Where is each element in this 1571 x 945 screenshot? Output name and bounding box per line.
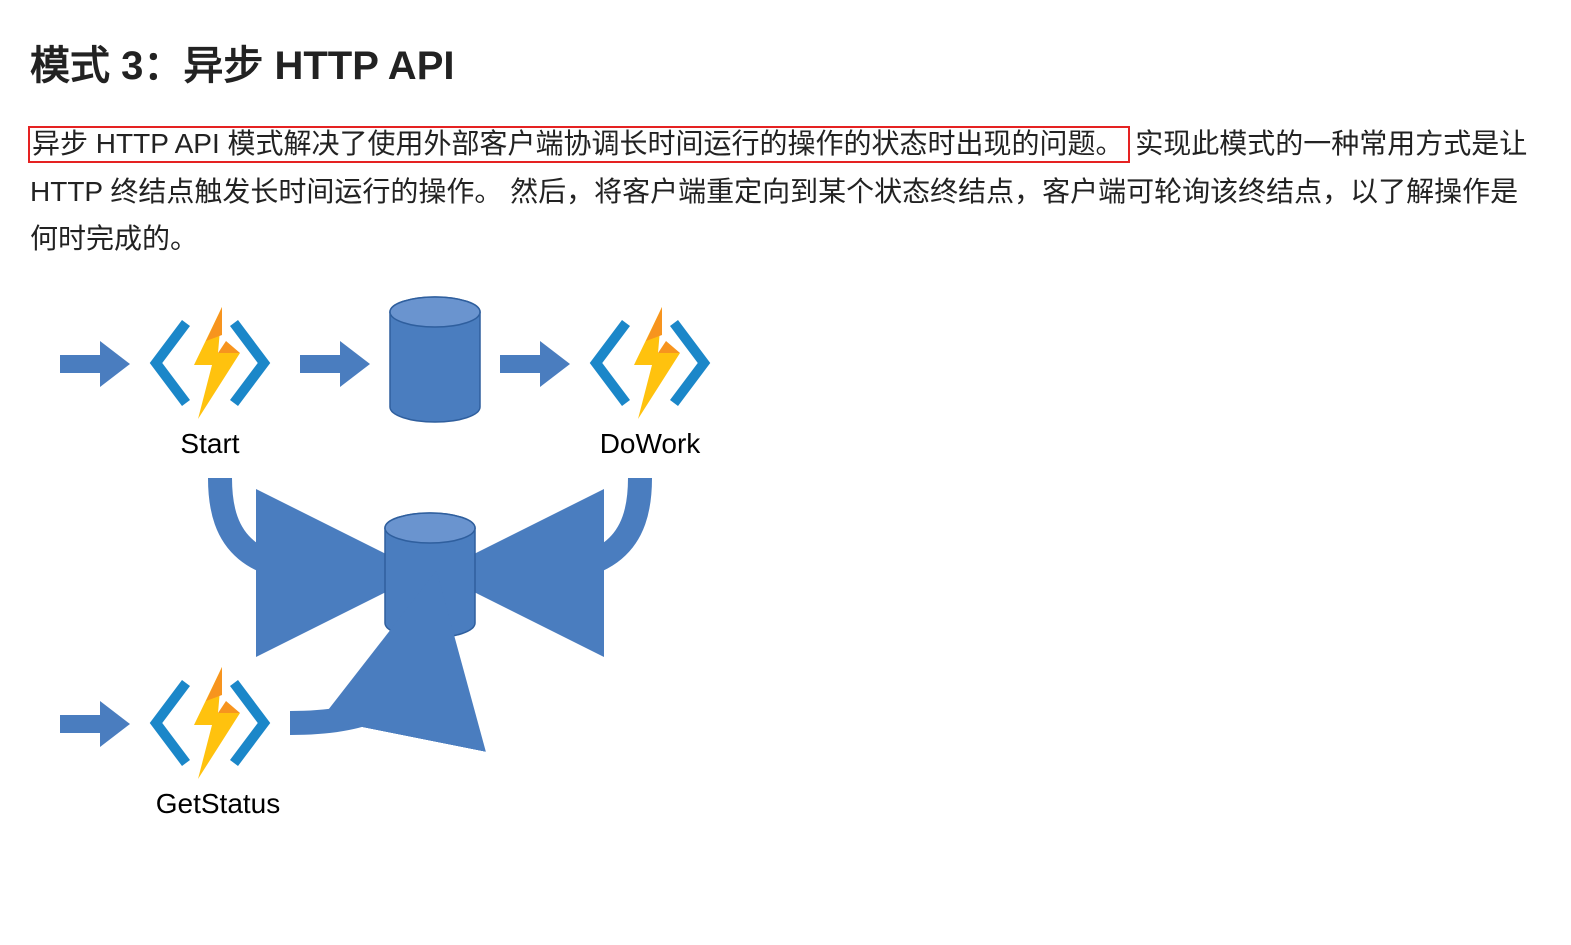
section-title: 模式 3：异步 HTTP API (30, 40, 1541, 92)
arrow-icon (300, 341, 370, 387)
dowork-label: DoWork (600, 428, 702, 459)
state-cylinder-icon (385, 513, 475, 638)
getstatus-label: GetStatus (156, 788, 281, 819)
arrow-icon (60, 701, 130, 747)
architecture-diagram: Start DoWork (50, 283, 1541, 858)
curved-arrow-icon (220, 478, 340, 573)
arrow-icon (500, 341, 570, 387)
start-function-icon (156, 307, 264, 419)
highlighted-sentence: 异步 HTTP API 模式解决了使用外部客户端协调长时间运行的操作的状态时出现… (28, 126, 1130, 163)
dowork-function-icon (596, 307, 704, 419)
arrow-icon (60, 341, 130, 387)
start-label: Start (180, 428, 239, 459)
curved-arrow-icon (290, 653, 420, 723)
getstatus-function-icon (156, 667, 264, 779)
section-paragraph: 异步 HTTP API 模式解决了使用外部客户端协调长时间运行的操作的状态时出现… (30, 120, 1541, 263)
queue-cylinder-icon (390, 297, 480, 422)
curved-arrow-icon (520, 478, 640, 573)
diagram-svg: Start DoWork (50, 283, 800, 853)
page-container: 模式 3：异步 HTTP API 异步 HTTP API 模式解决了使用外部客户… (0, 0, 1571, 945)
